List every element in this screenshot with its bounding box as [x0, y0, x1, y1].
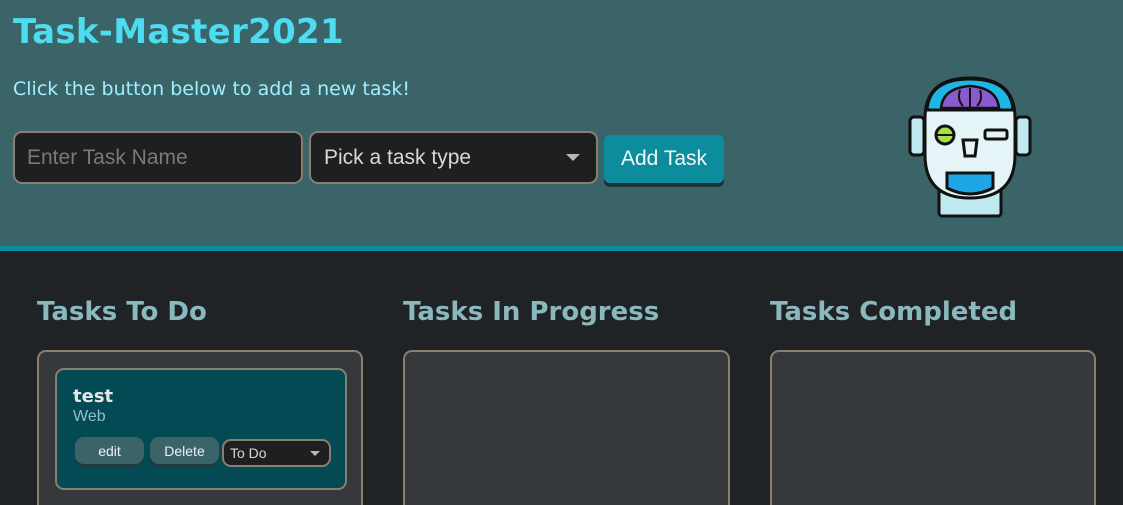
- task-status-value: To Do: [230, 445, 267, 461]
- chevron-down-icon: [566, 154, 580, 161]
- app-title: Task-Master2021: [13, 12, 344, 52]
- add-task-button[interactable]: Add Task: [604, 135, 724, 183]
- task-type-select[interactable]: Pick a task type: [309, 131, 598, 184]
- in-progress-task-list: [403, 350, 730, 505]
- app-header: Task-Master2021 Click the button below t…: [0, 0, 1123, 251]
- column-title-in-progress: Tasks In Progress: [403, 297, 660, 327]
- column-title-completed: Tasks Completed: [770, 297, 1018, 327]
- chevron-down-icon: [310, 451, 320, 456]
- completed-task-list: [770, 350, 1096, 505]
- todo-task-list: test Web edit Delete To Do: [37, 350, 363, 505]
- robot-icon: [908, 76, 1032, 218]
- subtitle: Click the button below to add a new task…: [13, 78, 410, 100]
- task-card[interactable]: test Web edit Delete To Do: [55, 368, 347, 490]
- task-status-select[interactable]: To Do: [222, 439, 331, 467]
- column-title-todo: Tasks To Do: [37, 297, 207, 327]
- delete-button[interactable]: Delete: [150, 437, 219, 464]
- task-name-input[interactable]: [13, 131, 303, 184]
- edit-button[interactable]: edit: [75, 437, 144, 464]
- task-type-select-value: Pick a task type: [324, 145, 472, 169]
- task-name: test: [73, 386, 114, 407]
- task-type: Web: [73, 408, 106, 425]
